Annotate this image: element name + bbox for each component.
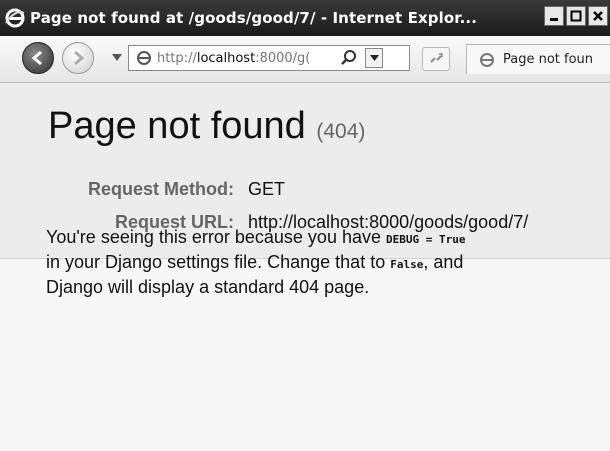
back-arrow-icon	[31, 50, 42, 66]
request-method-value: GET	[248, 179, 286, 199]
forward-button[interactable]	[62, 42, 94, 74]
back-button[interactable]	[22, 42, 54, 74]
tab-page-icon	[477, 50, 497, 70]
address-bar[interactable]: http://localhost:8000/g(	[128, 45, 410, 71]
browser-window: Page not found at /goods/good/7/ - Inter…	[0, 0, 610, 451]
address-text[interactable]: http://localhost:8000/g(	[157, 51, 335, 66]
status-code: (404)	[316, 120, 366, 143]
address-dropdown-button[interactable]	[365, 48, 383, 68]
debug-explanation: You're seeing this error because you hav…	[46, 227, 466, 297]
maximize-icon	[570, 10, 582, 22]
chevron-down-icon	[369, 54, 379, 61]
close-icon	[593, 11, 603, 21]
close-button[interactable]	[588, 6, 608, 26]
tab-label: Page not foun	[503, 52, 594, 67]
refresh-icon	[430, 53, 443, 63]
forward-arrow-icon	[74, 50, 85, 66]
internet-explorer-icon	[4, 7, 26, 29]
refresh-button[interactable]	[422, 47, 450, 71]
history-dropdown-icon[interactable]	[112, 54, 122, 62]
maximize-button[interactable]	[566, 6, 586, 26]
request-method-label: Request Method:	[88, 179, 234, 199]
minimize-button[interactable]	[544, 6, 564, 26]
window-controls	[544, 6, 608, 26]
minimize-icon	[550, 18, 558, 21]
navigation-toolbar: http://localhost:8000/g( Page not foun	[0, 36, 610, 83]
window-title: Page not found at /goods/good/7/ - Inter…	[30, 9, 478, 27]
page-icon	[133, 47, 155, 69]
page-title: Page not found (404)	[48, 105, 366, 147]
debug-setting-code: DEBUG = True	[386, 233, 466, 246]
search-icon[interactable]	[339, 48, 359, 68]
title-bar[interactable]: Page not found at /goods/good/7/ - Inter…	[0, 0, 610, 36]
false-code: False	[390, 258, 424, 271]
tab-page-not-found[interactable]: Page not foun	[466, 44, 610, 74]
